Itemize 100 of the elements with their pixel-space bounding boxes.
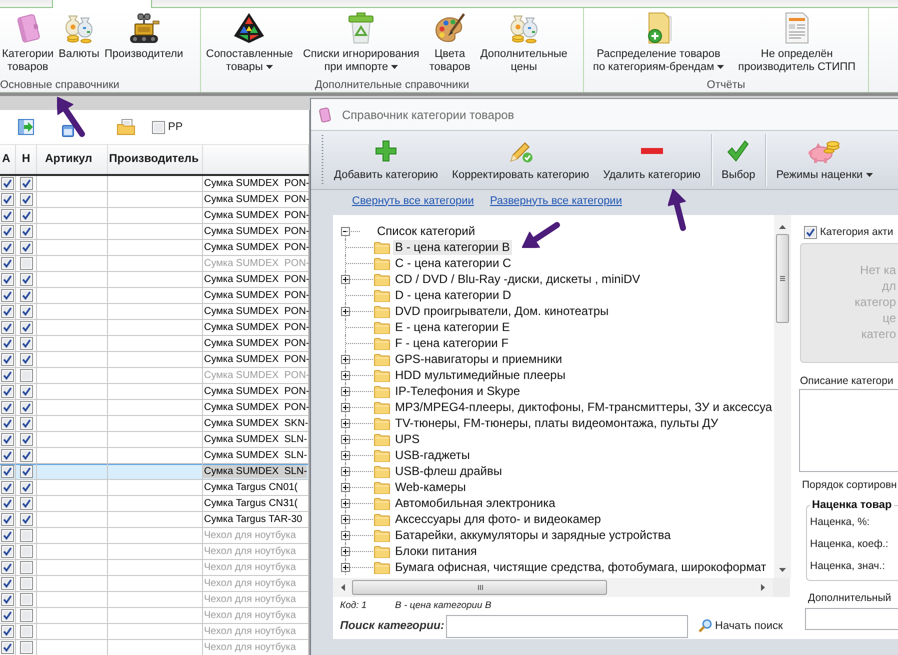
checkbox[interactable]	[20, 545, 32, 558]
checkbox[interactable]	[152, 120, 165, 134]
checkbox[interactable]	[20, 593, 32, 606]
tree-item[interactable]: HDD мультимедийные плееры	[393, 368, 568, 382]
checkbox[interactable]	[1, 385, 14, 398]
caret-icon[interactable]	[391, 65, 398, 70]
checkbox[interactable]	[1, 321, 14, 334]
ribbon-button[interactable]: Производители	[103, 12, 184, 61]
tree-item[interactable]: DVD проигрыватели, Дом. кинотеатры	[393, 304, 611, 318]
checkbox[interactable]	[1, 609, 14, 622]
checkbox[interactable]	[20, 433, 32, 446]
checkbox[interactable]	[1, 625, 14, 638]
plus-box-icon[interactable]	[341, 515, 350, 524]
plus-box-icon[interactable]	[341, 547, 350, 556]
checkbox[interactable]	[20, 497, 32, 510]
tree-item[interactable]: B - цена категории B	[393, 240, 512, 254]
plus-box-icon[interactable]	[341, 531, 350, 540]
ribbon-button[interactable]: Цвета товаров	[428, 12, 472, 74]
toolbar-button[interactable]: Удалить категорию	[601, 138, 702, 182]
checkbox[interactable]	[1, 369, 14, 382]
scroll-left-arrow-icon[interactable]	[341, 584, 345, 591]
scrollbar-thumb[interactable]	[352, 580, 607, 595]
grid-row[interactable]: Сумка SUMDEX PON-	[0, 320, 309, 336]
tree-item[interactable]: USB-флеш драйвы	[393, 464, 504, 478]
window-icon[interactable]	[62, 125, 74, 137]
tree-item[interactable]: Список категорий	[375, 224, 478, 238]
checkbox[interactable]	[1, 529, 14, 542]
checkbox[interactable]	[20, 177, 32, 190]
link[interactable]: Свернуть все категории	[352, 194, 474, 206]
column-header[interactable]: А	[0, 145, 16, 174]
plus-box-icon[interactable]	[341, 435, 350, 444]
checkbox[interactable]	[1, 513, 14, 526]
checkbox[interactable]	[1, 641, 14, 654]
checkbox[interactable]	[1, 433, 14, 446]
checkbox[interactable]	[20, 609, 32, 622]
grid-row[interactable]: Сумка Targus TAR-30	[0, 512, 309, 528]
minus-box-icon[interactable]	[341, 227, 350, 236]
checkbox[interactable]	[1, 225, 14, 238]
checkbox[interactable]	[1, 209, 14, 222]
checkbox[interactable]	[1, 593, 14, 606]
checkbox[interactable]	[1, 257, 14, 270]
grid-row[interactable]: Сумка SUMDEX PON-	[0, 272, 309, 288]
checkbox[interactable]	[1, 449, 14, 462]
checkbox[interactable]	[20, 225, 32, 238]
grip-icon[interactable]	[321, 135, 324, 185]
ribbon-button[interactable]: Дополнительные цены	[479, 12, 568, 74]
checkbox[interactable]	[20, 241, 32, 254]
toolbar-button[interactable]: Добавить категорию	[332, 138, 440, 182]
toolbar-button[interactable]: Режимы наценки	[774, 138, 875, 182]
checkbox[interactable]	[1, 481, 14, 494]
grid-row[interactable]: Сумка Targus CN01(	[0, 480, 309, 496]
checkbox[interactable]	[20, 289, 32, 302]
column-header[interactable]: Артикул	[37, 145, 108, 174]
grid-row[interactable]: Сумка SUMDEX PON-	[0, 384, 309, 400]
checkbox[interactable]	[20, 417, 32, 430]
tree-item[interactable]: Автомобильная электроника	[393, 496, 558, 510]
checkbox[interactable]	[20, 353, 32, 366]
grid-row[interactable]: Сумка SUMDEX PON-	[0, 192, 309, 208]
tree-item[interactable]: Бумага офисная, чистящие средства, фотобумага, широкоформат	[393, 560, 768, 574]
folder-document-icon[interactable]	[117, 119, 135, 135]
vertical-scrollbar[interactable]	[774, 215, 792, 578]
tree-item[interactable]: Web-камеры	[393, 480, 468, 494]
scroll-up-arrow-icon[interactable]	[779, 225, 786, 229]
column-header[interactable]: Н	[16, 145, 37, 174]
checkbox[interactable]	[20, 577, 32, 590]
checkbox[interactable]	[1, 417, 14, 430]
plus-box-icon[interactable]	[341, 371, 350, 380]
checkbox[interactable]	[20, 465, 32, 478]
checkbox[interactable]	[1, 577, 14, 590]
grid-row[interactable]: Сумка SUMDEX PON-	[0, 400, 309, 416]
checkbox[interactable]	[20, 481, 32, 494]
plus-box-icon[interactable]	[341, 355, 350, 364]
checkbox[interactable]	[1, 289, 14, 302]
tree-item[interactable]: CD / DVD / Blu-Ray -диски, дискеты , miniDV	[393, 272, 642, 286]
checkbox[interactable]	[20, 513, 32, 526]
link[interactable]: Развернуть все категории	[490, 194, 622, 206]
ribbon-button[interactable]: Не определён производитель СТИПП	[737, 12, 857, 74]
column-header[interactable]: Производитель	[108, 145, 203, 174]
ribbon-button[interactable]: Распределение товаров по категориям-брендам	[592, 12, 726, 74]
checkbox[interactable]	[1, 241, 14, 254]
scroll-right-arrow-icon[interactable]	[761, 584, 765, 591]
checkbox[interactable]	[20, 337, 32, 350]
tree-item[interactable]: Батарейки, аккумуляторы и зарядные устройства	[393, 528, 673, 542]
checkbox[interactable]	[20, 369, 32, 382]
checkbox[interactable]	[1, 177, 14, 190]
checkbox[interactable]	[1, 465, 14, 478]
checkbox[interactable]	[20, 385, 32, 398]
plus-box-icon[interactable]	[341, 451, 350, 460]
checkbox[interactable]	[20, 641, 32, 654]
plus-box-icon[interactable]	[341, 307, 350, 316]
grid-row[interactable]: Сумка SUMDEX SKN-	[0, 416, 309, 432]
caret-icon[interactable]	[266, 65, 273, 70]
checkbox[interactable]	[1, 545, 14, 558]
tree-item[interactable]: Блоки питания	[393, 544, 479, 558]
checkbox[interactable]	[1, 401, 14, 414]
checkbox[interactable]	[1, 305, 14, 318]
checkbox[interactable]	[1, 273, 14, 286]
plus-box-icon[interactable]	[341, 419, 350, 428]
caret-icon[interactable]	[717, 65, 724, 70]
checkbox[interactable]	[20, 305, 32, 318]
